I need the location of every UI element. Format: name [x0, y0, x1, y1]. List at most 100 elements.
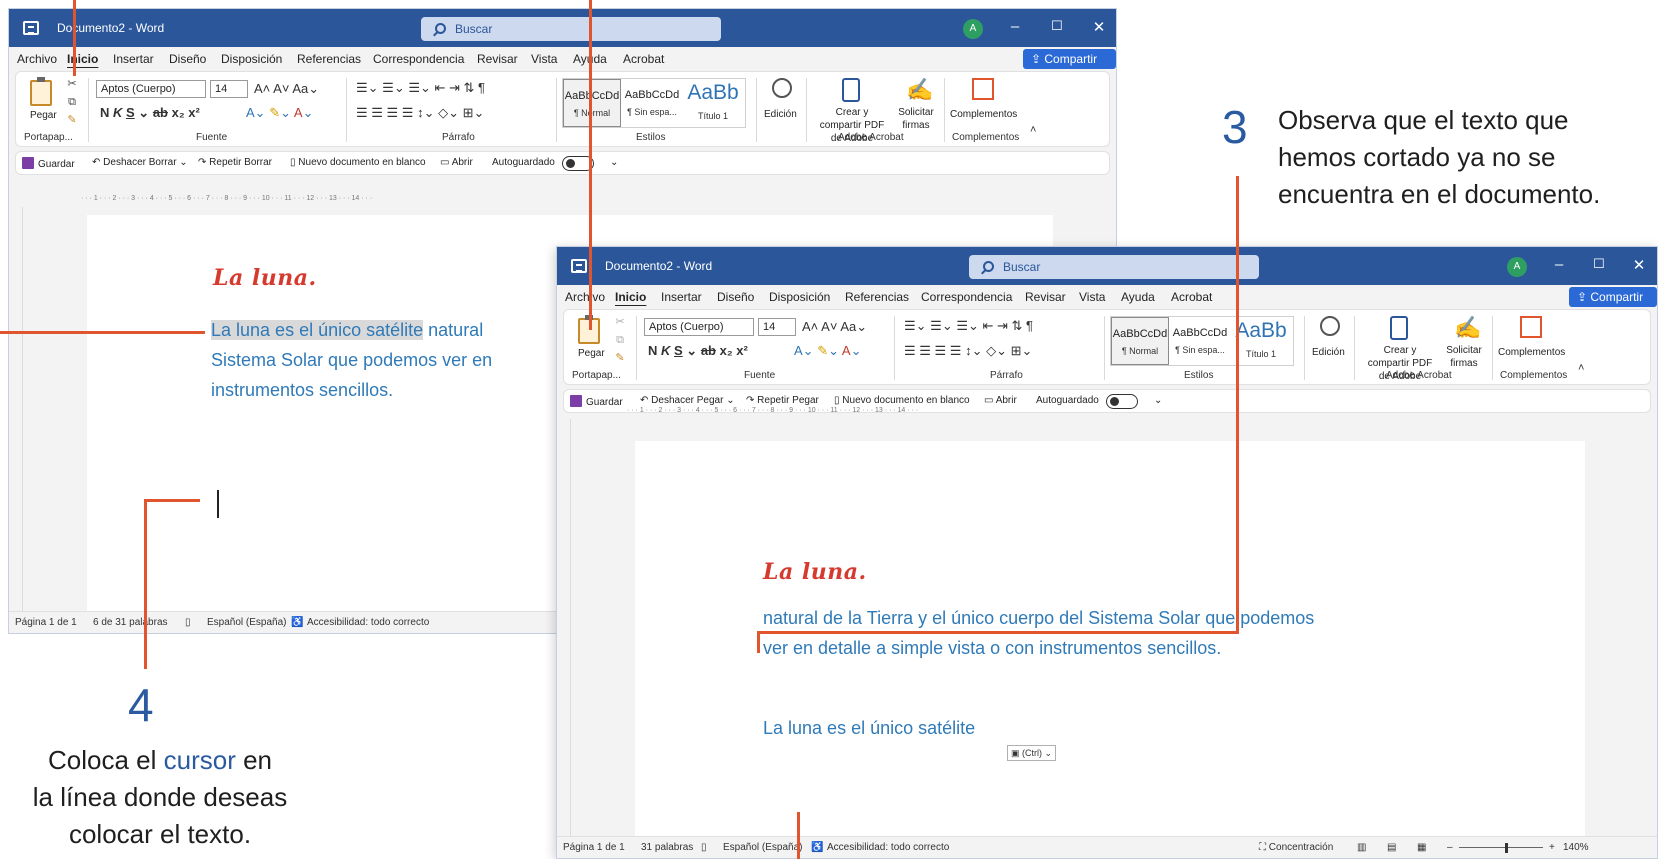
new-blank-button[interactable]: ▯ Nuevo documento en blanco: [834, 395, 970, 406]
addins-label[interactable]: Complementos: [950, 108, 1017, 121]
accessibility-icon[interactable]: ♿: [811, 842, 823, 853]
create-pdf-icon[interactable]: [842, 78, 860, 102]
zoom-in-icon[interactable]: +: [1549, 842, 1555, 853]
share-button[interactable]: ⇪ Compartir ⌄: [1023, 49, 1116, 86]
align-icons[interactable]: ☰ ☰ ☰ ☰ ↕⌄ ◇⌄ ⊞⌄: [904, 343, 1032, 359]
maximize-icon[interactable]: ☐: [1587, 256, 1611, 272]
document-page[interactable]: La luna. natural de la Tierra y el único…: [635, 441, 1585, 838]
tab-insertar[interactable]: Insertar: [661, 290, 702, 304]
horizontal-ruler[interactable]: · · · 1 · · · 2 · · · 3 · · · 4 · · · 5 …: [81, 195, 1041, 207]
status-accessibility[interactable]: Accesibilidad: todo correcto: [307, 617, 429, 628]
format-painter-icon[interactable]: ✎: [614, 352, 626, 364]
status-words[interactable]: 31 palabras: [641, 842, 693, 853]
read-mode-icon[interactable]: ▥: [1357, 842, 1366, 853]
create-pdf-icon[interactable]: [1390, 316, 1408, 340]
font-name-select[interactable]: Aptos (Cuerpo): [644, 318, 754, 336]
request-signatures-label[interactable]: Solicitar firmas: [894, 106, 938, 132]
pasted-text[interactable]: La luna es el único satélite: [763, 713, 975, 743]
zoom-level[interactable]: 140%: [1563, 842, 1589, 853]
paste-label[interactable]: Pegar: [578, 347, 605, 360]
addins-label[interactable]: Complementos: [1498, 346, 1565, 359]
close-icon[interactable]: ✕: [1087, 18, 1111, 36]
vertical-ruler[interactable]: [13, 207, 23, 613]
share-button[interactable]: ⇪ Compartir ⌄: [1569, 287, 1657, 324]
tab-diseno[interactable]: Diseño: [717, 290, 754, 304]
tab-referencias[interactable]: Referencias: [845, 290, 909, 304]
sign-icon[interactable]: ✍: [906, 78, 933, 102]
accessibility-icon[interactable]: ♿: [291, 617, 303, 628]
list-icons[interactable]: ☰⌄ ☰⌄ ☰⌄ ⇤ ⇥ ⇅ ¶: [904, 318, 1033, 334]
tab-referencias[interactable]: Referencias: [297, 52, 361, 66]
redo-button[interactable]: ↷ Repetir Pegar: [746, 395, 819, 406]
tab-correspondencia[interactable]: Correspondencia: [921, 290, 1012, 304]
addins-icon[interactable]: [972, 78, 994, 100]
new-blank-button[interactable]: ▯ Nuevo documento en blanco: [290, 157, 426, 168]
maximize-icon[interactable]: ☐: [1045, 18, 1069, 34]
doc-paragraph-line2[interactable]: ver en detalle a simple vista o con inst…: [763, 633, 1221, 663]
tab-correspondencia[interactable]: Correspondencia: [373, 52, 464, 66]
redo-button[interactable]: ↷ Repetir Borrar: [198, 157, 272, 168]
copy-icon[interactable]: ⧉: [66, 96, 78, 108]
sign-icon[interactable]: ✍: [1454, 316, 1481, 340]
search-box[interactable]: Buscar: [969, 255, 1259, 279]
paste-options-button[interactable]: ▣ (Ctrl) ⌄: [1007, 745, 1057, 761]
editing-label[interactable]: Edición: [1312, 346, 1345, 359]
tab-insertar[interactable]: Insertar: [113, 52, 154, 66]
cut-icon[interactable]: ✂: [66, 78, 78, 90]
style-heading-1[interactable]: AaBb Título 1: [1231, 317, 1291, 365]
tab-vista[interactable]: Vista: [1079, 290, 1105, 304]
cut-icon[interactable]: ✂: [614, 316, 626, 328]
paste-icon[interactable]: [30, 77, 52, 106]
tab-ayuda[interactable]: Ayuda: [1121, 290, 1155, 304]
proofing-icon[interactable]: ▯: [701, 842, 707, 853]
style-normal[interactable]: AaBbCcDd ¶ Normal: [563, 79, 621, 127]
minimize-icon[interactable]: –: [1003, 18, 1027, 35]
open-button[interactable]: ▭ Abrir: [984, 395, 1017, 406]
status-page[interactable]: Página 1 de 1: [563, 842, 625, 853]
tab-diseno[interactable]: Diseño: [169, 52, 206, 66]
font-size-select[interactable]: 14: [758, 318, 796, 336]
status-language[interactable]: Español (España): [207, 617, 287, 628]
font-format-icons[interactable]: N K S ⌄ ab x₂ x²: [648, 343, 748, 359]
styles-gallery[interactable]: AaBbCcDd ¶ Normal AaBbCcDd ¶ Sin espa...…: [1110, 316, 1294, 366]
style-no-spacing[interactable]: AaBbCcDd ¶ Sin espa...: [1171, 317, 1229, 365]
list-icons[interactable]: ☰⌄ ☰⌄ ☰⌄ ⇤ ⇥ ⇅ ¶: [356, 80, 485, 96]
customize-qat-icon[interactable]: ⌄: [610, 157, 618, 168]
style-normal[interactable]: AaBbCcDd ¶ Normal: [1111, 317, 1169, 365]
tab-revisar[interactable]: Revisar: [1025, 290, 1066, 304]
tab-revisar[interactable]: Revisar: [477, 52, 518, 66]
align-icons[interactable]: ☰ ☰ ☰ ☰ ↕⌄ ◇⌄ ⊞⌄: [356, 105, 484, 121]
request-signatures-label[interactable]: Solicitar firmas: [1442, 344, 1486, 370]
customize-qat-icon[interactable]: ⌄: [1154, 395, 1162, 406]
tab-inicio[interactable]: Inicio: [615, 290, 646, 304]
tab-acrobat[interactable]: Acrobat: [623, 52, 664, 66]
focus-button[interactable]: ⛶ Concentración: [1259, 842, 1333, 853]
search-box[interactable]: Buscar: [421, 17, 721, 41]
save-button[interactable]: Guardar: [22, 157, 75, 170]
tab-disposicion[interactable]: Disposición: [221, 52, 282, 66]
status-accessibility[interactable]: Accesibilidad: todo correcto: [827, 842, 949, 853]
tab-disposicion[interactable]: Disposición: [769, 290, 830, 304]
status-page[interactable]: Página 1 de 1: [15, 617, 77, 628]
selected-text[interactable]: La luna es el único satélite: [211, 320, 424, 340]
zoom-out-icon[interactable]: –: [1447, 842, 1453, 853]
zoom-slider[interactable]: [1459, 847, 1543, 848]
paste-label[interactable]: Pegar: [30, 109, 57, 122]
status-language[interactable]: Español (España): [723, 842, 803, 853]
doc-paragraph-line1[interactable]: La luna es el único satélite natural: [211, 315, 483, 345]
style-no-spacing[interactable]: AaBbCcDd ¶ Sin espa...: [623, 79, 681, 127]
font-size-select[interactable]: 14: [210, 80, 248, 98]
text-effects-icon[interactable]: A⌄ ✎⌄ A⌄: [246, 105, 313, 121]
editing-label[interactable]: Edición: [764, 108, 797, 121]
status-words[interactable]: 6 de 31 palabras: [93, 617, 168, 628]
web-layout-icon[interactable]: ▦: [1417, 842, 1426, 853]
proofing-icon[interactable]: ▯: [185, 617, 191, 628]
vertical-ruler[interactable]: [561, 419, 571, 838]
grow-font-icon[interactable]: A˄ A˅ Aa⌄: [254, 81, 319, 97]
style-heading-1[interactable]: AaBb Título 1: [683, 79, 743, 127]
undo-button[interactable]: ↶ Deshacer Pegar ⌄: [640, 395, 735, 406]
doc-paragraph-line3[interactable]: instrumentos sencillos.: [211, 375, 393, 405]
avatar[interactable]: A: [1507, 257, 1527, 277]
collapse-ribbon-icon[interactable]: ˄: [1578, 362, 1584, 374]
save-button[interactable]: Guardar: [570, 395, 623, 408]
